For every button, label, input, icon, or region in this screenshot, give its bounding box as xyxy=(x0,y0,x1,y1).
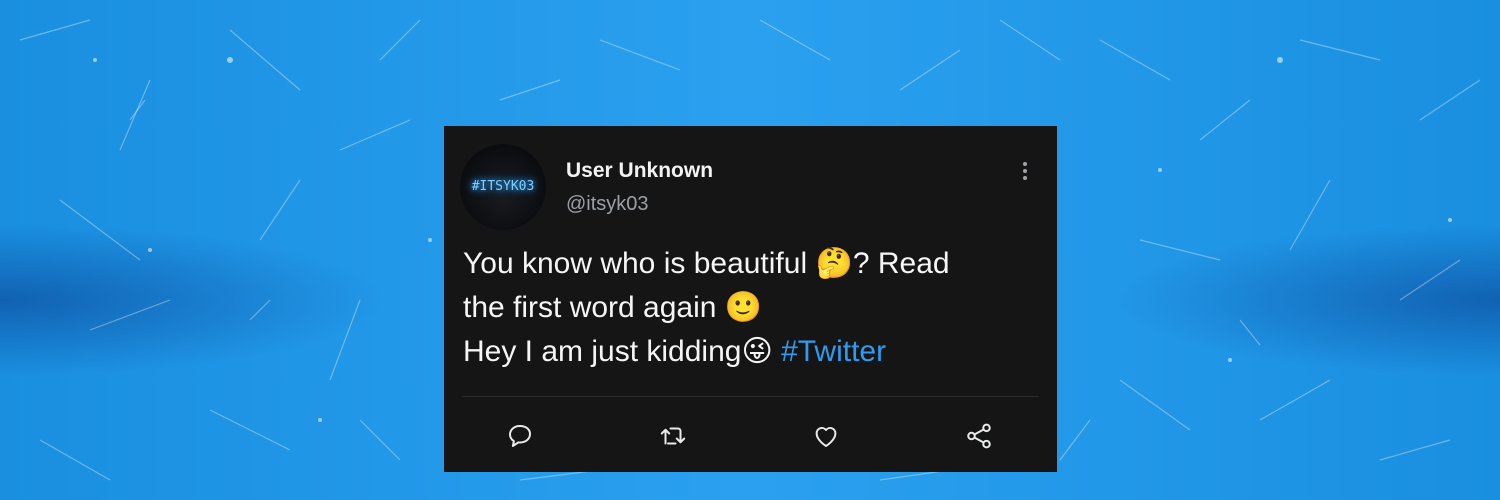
tweet-text: You know who is beautiful 🤔? Read the fi… xyxy=(463,242,1043,374)
tweet-card: #ITSYK03 User Unknown @itsyk03 You know … xyxy=(444,126,1057,472)
username-handle[interactable]: @itsyk03 xyxy=(566,193,649,216)
action-bar xyxy=(444,418,1057,454)
tweet-line-1-tail: ? Read xyxy=(852,247,950,280)
smile-emoji: 🙂 xyxy=(724,290,763,325)
avatar[interactable]: #ITSYK03 xyxy=(460,144,546,230)
retweet-icon xyxy=(660,427,686,445)
share-icon xyxy=(967,423,991,449)
thinking-face-emoji: 🤔 xyxy=(815,246,853,281)
share-button[interactable] xyxy=(961,418,997,454)
tweet-line-3: Hey I am just kidding xyxy=(463,335,742,368)
retweet-button[interactable] xyxy=(655,418,691,454)
like-icon xyxy=(815,427,837,447)
avatar-label: #ITSYK03 xyxy=(471,179,535,194)
like-button[interactable] xyxy=(808,418,844,454)
winking-tongue-emoji: 😜 xyxy=(741,334,773,369)
reply-icon xyxy=(509,425,531,447)
tweet-line-2: the first word again xyxy=(463,291,725,324)
more-options-icon[interactable] xyxy=(1021,162,1029,184)
hashtag-link[interactable]: #Twitter xyxy=(781,335,886,368)
reply-button[interactable] xyxy=(502,418,538,454)
divider xyxy=(462,396,1039,397)
display-name[interactable]: User Unknown xyxy=(566,159,713,183)
tweet-line-1: You know who is beautiful xyxy=(463,247,816,280)
